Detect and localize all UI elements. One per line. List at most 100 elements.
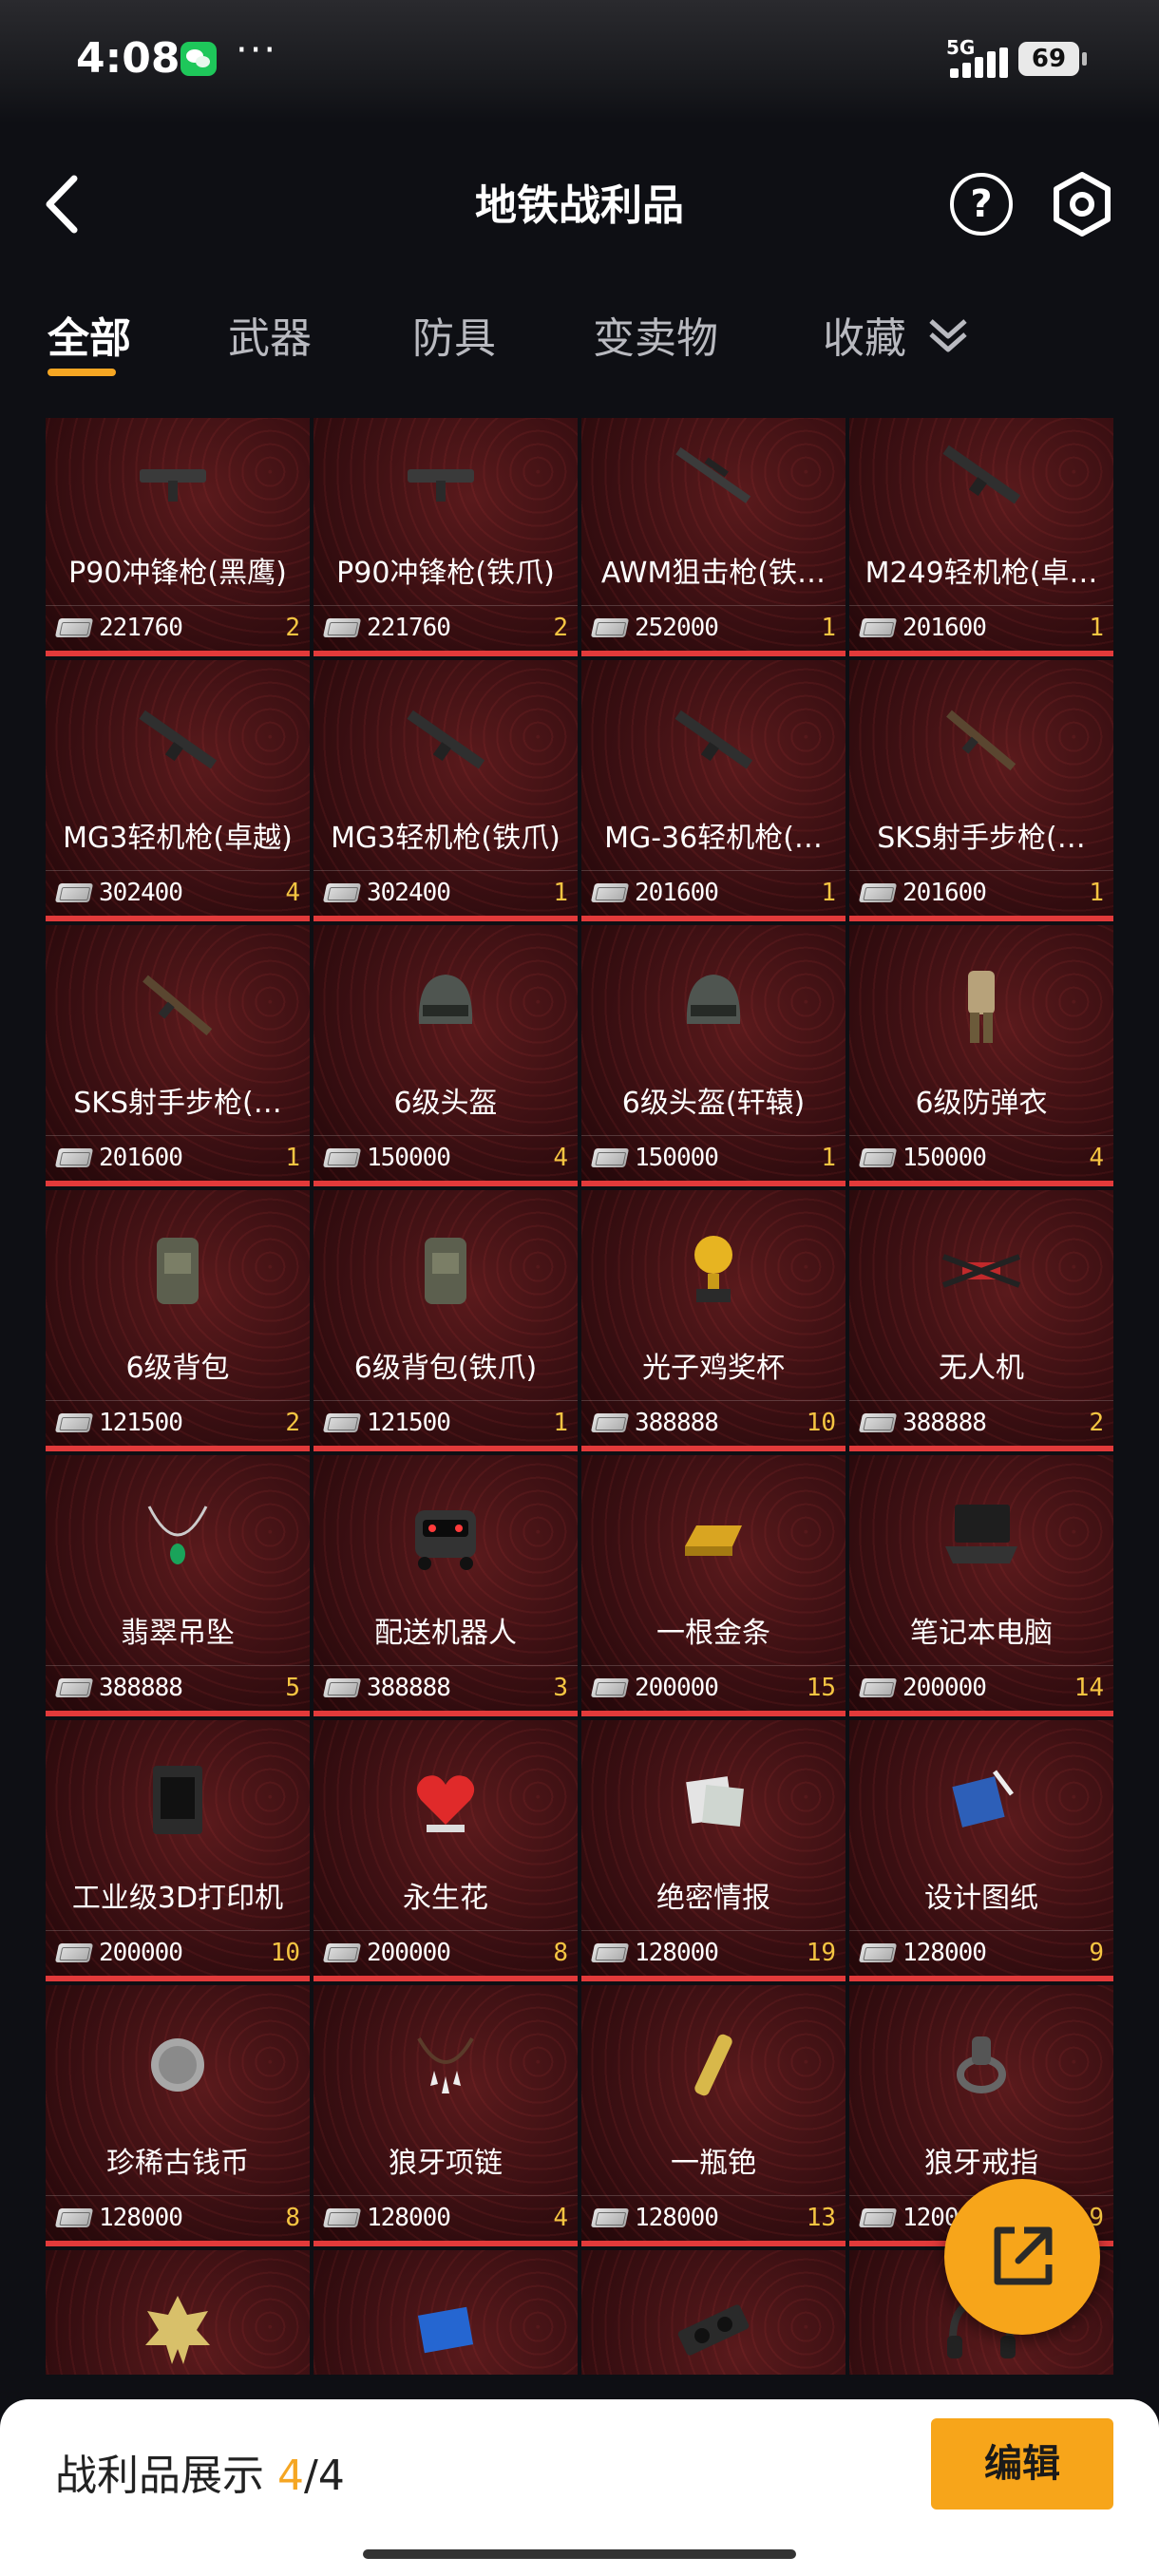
item-footer: 128000 19 [581, 1930, 846, 1976]
item-count: 1 [553, 1409, 568, 1437]
loot-card[interactable]: P90冲锋枪(铁爪) 221760 2 [314, 418, 578, 656]
cash-icon [858, 1413, 898, 1432]
cash-icon [322, 618, 362, 637]
vest-icon [968, 971, 995, 1043]
item-count: 1 [821, 1144, 836, 1172]
item-name: 6级防弹衣 [915, 1087, 1048, 1120]
loot-grid-scroll[interactable]: P90冲锋枪(黑鹰) 221760 2 P90冲锋枪(铁爪) 221760 2 AWM狙击枪… [46, 418, 1113, 2375]
item-footer: 388888 3 [314, 1665, 578, 1711]
showcase-total: /4 [304, 2452, 345, 2500]
item-name: 光子鸡奖杯 [642, 1352, 785, 1385]
loot-card[interactable]: SKS射手步枪(… 201600 1 [46, 925, 310, 1186]
item-footer: 150000 4 [849, 1135, 1113, 1181]
blueprint-icon [952, 1770, 1014, 1828]
item-name: 6级背包(铁爪) [353, 1352, 538, 1385]
loot-card[interactable]: P90冲锋枪(黑鹰) 221760 2 [46, 418, 310, 656]
item-footer: 388888 10 [581, 1400, 846, 1446]
loot-card[interactable]: MG-36轻机枪(… 201600 1 [581, 660, 846, 921]
item-price: 200000 [902, 1674, 987, 1702]
edit-button[interactable]: 编辑 [931, 2418, 1113, 2510]
loot-card[interactable]: 一瓶铯 128000 13 [581, 1985, 846, 2246]
loot-card[interactable]: 配送机器人 388888 3 [314, 1455, 578, 1716]
gold-bar-icon [685, 1525, 742, 1556]
cash-icon [54, 618, 94, 637]
showcase-title: 战利品展示 [55, 2452, 264, 2500]
item-price: 150000 [367, 1144, 451, 1172]
loot-card[interactable]: 永生花 200000 8 [314, 1720, 578, 1981]
share-button[interactable] [944, 2179, 1100, 2335]
item-count: 10 [270, 1939, 300, 1967]
tab-favorites[interactable]: 收藏 [823, 304, 906, 365]
item-count: 3 [553, 1674, 568, 1702]
item-count: 2 [285, 614, 300, 642]
item-price: 201600 [99, 1144, 183, 1172]
chevron-down-icon[interactable] [925, 313, 971, 355]
loot-card[interactable]: 6级头盔(轩辕) 150000 1 [581, 925, 846, 1186]
item-name: P90冲锋枪(铁爪) [336, 557, 555, 590]
item-price: 121500 [367, 1409, 451, 1437]
item-count: 8 [285, 2204, 300, 2232]
help-button[interactable]: ? [950, 173, 1013, 236]
loot-card[interactable]: 珍稀古钱币 128000 8 [46, 1985, 310, 2246]
loot-card[interactable]: 6级背包(铁爪) 121500 1 [314, 1190, 578, 1451]
loot-grid: P90冲锋枪(黑鹰) 221760 2 P90冲锋枪(铁爪) 221760 2 AWM狙击枪… [46, 418, 1113, 2375]
heart-flower-icon [416, 1775, 475, 1832]
tab-armor[interactable]: 防具 [412, 304, 496, 365]
pendant-icon [147, 1506, 208, 1564]
showcase-label: 战利品展示 4/4 [55, 2441, 345, 2502]
vial-icon [694, 2034, 732, 2096]
smg-icon [140, 469, 206, 502]
item-name: 狼牙项链 [389, 2147, 503, 2180]
item-footer: 221760 2 [46, 605, 310, 651]
item-price: 388888 [367, 1674, 451, 1702]
loot-card[interactable]: 显卡11200011 [581, 2250, 846, 2375]
cash-icon [322, 1678, 362, 1697]
loot-card[interactable]: 精密仪器蓝图11200012 [314, 2250, 578, 2375]
cash-icon [590, 1943, 630, 1962]
loot-card[interactable]: 笔记本电脑 200000 14 [849, 1455, 1113, 1716]
item-count: 15 [806, 1674, 836, 1702]
loot-card[interactable]: AWM狙击枪(铁… 252000 1 [581, 418, 846, 656]
item-footer: 201600 1 [849, 870, 1113, 916]
loot-card[interactable]: MG3轻机枪(铁爪) 302400 1 [314, 660, 578, 921]
home-indicator [363, 2549, 796, 2559]
item-name: 一根金条 [656, 1617, 770, 1650]
cash-icon [590, 618, 630, 637]
item-name: P90冲锋枪(黑鹰) [68, 557, 287, 590]
cash-icon [590, 2208, 630, 2227]
documents-icon [686, 1776, 744, 1827]
loot-card[interactable]: 狼牙项链 128000 4 [314, 1985, 578, 2246]
loot-card[interactable]: 无人机 388888 2 [849, 1190, 1113, 1451]
item-count: 1 [285, 1144, 300, 1172]
loot-card[interactable]: 胸针1200009 [46, 2250, 310, 2375]
loot-card[interactable]: MG3轻机枪(卓越) 302400 4 [46, 660, 310, 921]
tab-all[interactable]: 全部 [48, 304, 131, 365]
item-footer: 128000 9 [849, 1930, 1113, 1976]
loot-card[interactable]: 绝密情报 128000 19 [581, 1720, 846, 1981]
item-footer: 201600 1 [581, 870, 846, 916]
loot-card[interactable]: M249轻机枪(卓… 201600 1 [849, 418, 1113, 656]
cash-icon [322, 1413, 362, 1432]
item-footer: 302400 1 [314, 870, 578, 916]
loot-card[interactable]: 翡翠吊坠 388888 5 [46, 1455, 310, 1716]
item-count: 5 [285, 1674, 300, 1702]
cash-icon [590, 1413, 630, 1432]
backpack-icon [425, 1238, 466, 1304]
item-footer: 150000 4 [314, 1135, 578, 1181]
item-name: 6级头盔 [393, 1087, 498, 1120]
loot-card[interactable]: SKS射手步枪(… 201600 1 [849, 660, 1113, 921]
loot-card[interactable]: 6级头盔 150000 4 [314, 925, 578, 1186]
tab-weapons[interactable]: 武器 [228, 304, 312, 365]
tab-sellables[interactable]: 变卖物 [593, 304, 718, 365]
cash-icon [858, 1148, 898, 1167]
status-bar: 4:08 ··· 5G 69 [0, 0, 1159, 123]
loot-card[interactable]: 一根金条 200000 15 [581, 1455, 846, 1716]
item-count: 2 [285, 1409, 300, 1437]
loot-card[interactable]: 设计图纸 128000 9 [849, 1720, 1113, 1981]
loot-card[interactable]: 6级背包 121500 2 [46, 1190, 310, 1451]
loot-card[interactable]: 光子鸡奖杯 388888 10 [581, 1190, 846, 1451]
loot-card[interactable]: 6级防弹衣 150000 4 [849, 925, 1113, 1186]
coin-icon [151, 2038, 204, 2092]
settings-button[interactable] [1049, 171, 1115, 237]
loot-card[interactable]: 工业级3D打印机 200000 10 [46, 1720, 310, 1981]
